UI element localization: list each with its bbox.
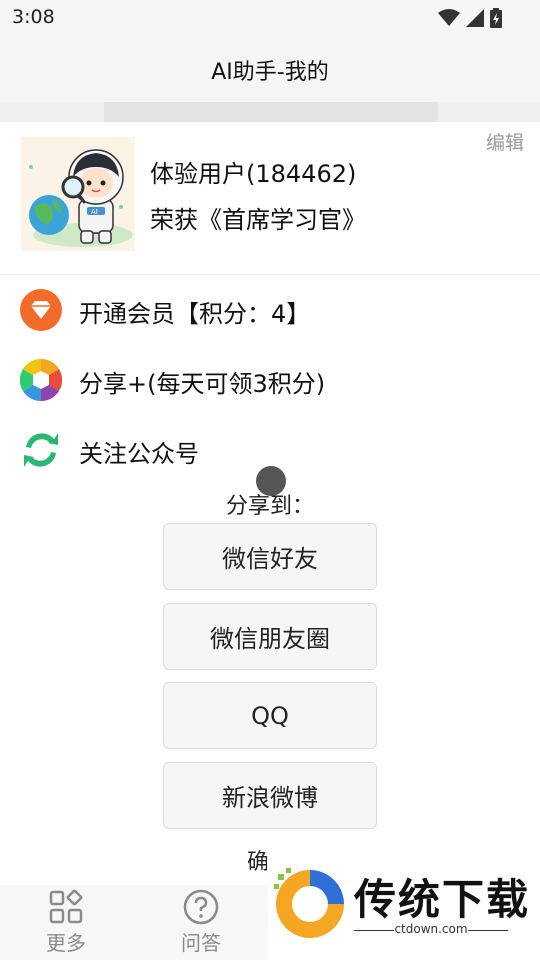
user-name: 体验用户(184462) — [150, 160, 357, 188]
share-weibo-button[interactable]: 新浪微博 — [163, 762, 377, 829]
status-bar: 3:08 — [0, 0, 540, 36]
avatar[interactable]: AI — [21, 137, 135, 251]
share-qq-button[interactable]: QQ — [163, 682, 377, 749]
menu-item-membership[interactable]: 开通会员【积分：4】 — [0, 275, 540, 346]
grid-icon — [49, 889, 83, 924]
menu-item-label: 分享+(每天可领3积分) — [79, 370, 326, 398]
status-time: 3:08 — [12, 6, 55, 28]
menu-item-label: 关注公众号 — [79, 440, 199, 468]
watermark: 传统下载 ctdown.com — [268, 858, 540, 960]
menu-item-share[interactable]: 分享+(每天可领3积分) — [0, 345, 540, 416]
watermark-url: ctdown.com — [394, 922, 468, 936]
wifi-icon — [438, 9, 460, 26]
edit-profile-link[interactable]: 编辑 — [486, 128, 524, 155]
loading-strip — [0, 102, 540, 122]
app-bar: AI助手-我的 — [0, 36, 540, 102]
nav-item-label: 问答 — [181, 931, 221, 955]
avatar-badge: AI — [91, 208, 98, 216]
cancel-button[interactable]: 确 — [247, 846, 267, 872]
nav-item-qa[interactable]: 问答 — [151, 885, 251, 960]
status-icons — [438, 8, 502, 28]
shutter-icon — [20, 359, 62, 401]
battery-icon — [490, 8, 502, 28]
watermark-logo-icon — [274, 868, 344, 938]
signal-icon — [466, 9, 484, 27]
profile-card: AI 体验用户(184462) 荣获《首席学习官》 编辑 — [0, 122, 540, 275]
diamond-icon — [20, 289, 62, 331]
menu-item-label: 开通会员【积分：4】 — [79, 300, 311, 328]
watermark-text: 传统下载 — [354, 875, 531, 924]
touch-indicator — [256, 466, 286, 496]
share-wechat-friend-button[interactable]: 微信好友 — [163, 523, 377, 590]
nav-item-label: 更多 — [46, 931, 86, 955]
wechat-official-icon — [24, 433, 58, 467]
question-icon — [183, 889, 219, 925]
user-title: 荣获《首席学习官》 — [150, 206, 366, 234]
share-wechat-moments-button[interactable]: 微信朋友圈 — [163, 603, 377, 670]
nav-item-more[interactable]: 更多 — [16, 885, 116, 960]
page-title: AI助手-我的 — [211, 60, 329, 85]
astronaut-avatar-icon: AI — [29, 149, 133, 247]
